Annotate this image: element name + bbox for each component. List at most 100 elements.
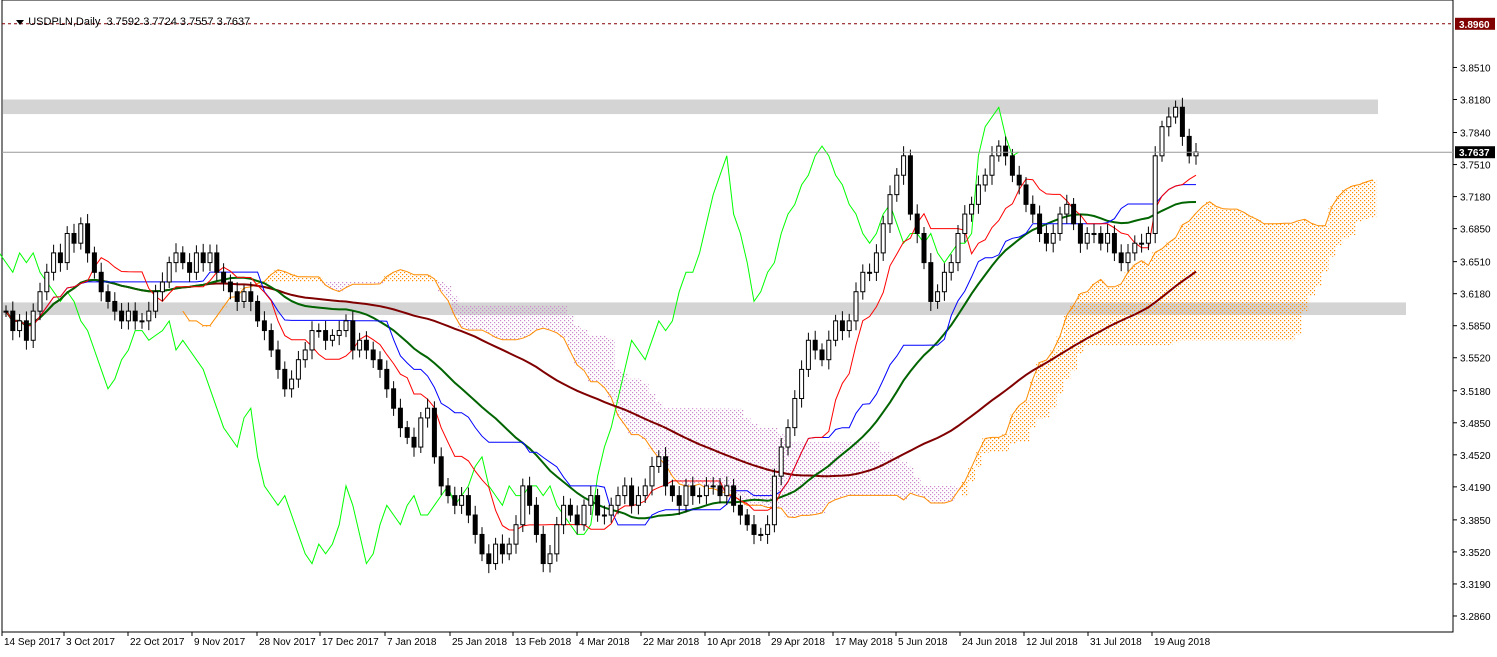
y-tick-label: 3.4850 — [1460, 419, 1491, 430]
candle-body — [316, 330, 322, 333]
candle — [343, 314, 349, 338]
candle — [268, 323, 274, 358]
x-tick-label: 28 Nov 2017 — [259, 637, 316, 648]
ichimoku-cloud-segment — [519, 305, 527, 339]
ichimoku-cloud-segment — [1342, 189, 1349, 239]
candle-body — [241, 291, 247, 302]
candle — [51, 244, 57, 281]
candle-body — [493, 543, 499, 565]
candle — [1043, 225, 1049, 252]
candle-body — [309, 330, 315, 351]
candle — [445, 478, 451, 504]
candle — [533, 497, 539, 543]
ichimoku-cloud-segment — [1281, 223, 1288, 341]
ichimoku-cloud-segment — [1077, 293, 1084, 354]
candle-body — [459, 495, 465, 506]
candle — [1037, 205, 1043, 243]
candle-body — [452, 495, 458, 506]
candle — [629, 477, 635, 514]
ichimoku-cloud-segment — [539, 305, 547, 329]
candle — [472, 505, 478, 544]
ichimoku-cloud-segment — [485, 305, 493, 334]
candle-body — [23, 320, 29, 341]
candle-body — [1159, 126, 1165, 157]
ichimoku-cloud-segment — [301, 276, 309, 282]
ichimoku-cloud-segment — [941, 485, 948, 503]
ichimoku-cloud-segment — [1240, 212, 1247, 341]
chart-area[interactable]: 3.8510 3.8180 3.7840 3.7510 3.7180 3.6850 3.65… — [0, 0, 1497, 652]
candle-body — [1077, 223, 1083, 244]
candle-body — [935, 291, 941, 302]
candle-body — [132, 310, 138, 322]
candle-body — [1111, 232, 1117, 254]
candle — [513, 515, 519, 554]
candle-body — [1043, 232, 1049, 244]
ichimoku-cloud-segment — [1321, 225, 1329, 273]
ichimoku-cloud-segment — [1287, 223, 1295, 341]
candle-body — [901, 155, 907, 176]
ichimoku-cloud-segment — [1036, 362, 1043, 419]
candle-body — [234, 291, 240, 302]
ichimoku-cloud-segment — [907, 466, 914, 494]
candle-body — [363, 339, 369, 351]
candle-body — [146, 310, 152, 322]
x-tick-label: 13 Feb 2018 — [515, 637, 572, 648]
candle-body — [710, 485, 716, 488]
candle — [751, 515, 757, 545]
candle-body — [1064, 203, 1070, 215]
ichimoku-cloud-segment — [492, 305, 499, 338]
ichimoku-cloud-segment — [397, 269, 404, 282]
candle — [425, 398, 431, 428]
candle — [554, 516, 560, 562]
ichimoku-cloud-segment — [580, 329, 588, 371]
x-tick-label: 24 Jun 2018 — [962, 637, 1017, 648]
ichimoku-cloud-segment — [1226, 209, 1234, 341]
candle-body — [1016, 174, 1022, 186]
candle — [839, 311, 845, 341]
alert-level-label: 3.8960 — [1459, 20, 1490, 31]
ohlc-readout: 3.7592 3.7724 3.7557 3.7637 — [106, 16, 251, 28]
ichimoku-cloud-segment — [1206, 201, 1213, 341]
candle-body — [676, 495, 682, 506]
candle — [1186, 128, 1192, 164]
ichimoku-cloud-segment — [505, 305, 513, 340]
candle-body — [703, 485, 709, 497]
x-tick-label: 19 Aug 2018 — [1154, 637, 1211, 648]
ichimoku-cloud-segment — [1355, 184, 1363, 223]
ichimoku-cloud-segment — [1131, 264, 1139, 346]
candle-body — [635, 495, 641, 506]
candle — [1105, 224, 1111, 253]
ichimoku-cloud-segment — [737, 408, 744, 501]
ichimoku-cloud-segment — [1267, 223, 1275, 341]
candle — [302, 341, 308, 368]
candle-body — [1105, 232, 1111, 244]
candle-body — [105, 291, 111, 302]
candle — [85, 214, 91, 263]
ichimoku-cloud-segment — [913, 477, 921, 496]
ichimoku-cloud-segment — [1274, 223, 1281, 341]
candle-body — [1071, 203, 1077, 225]
candle-body — [166, 262, 172, 283]
candle — [1118, 244, 1124, 272]
x-tick-label: 3 Oct 2017 — [66, 637, 115, 648]
ichimoku-cloud-segment — [839, 442, 846, 498]
ichimoku-cloud-segment — [981, 438, 989, 453]
candle-body — [418, 417, 424, 448]
x-tick-label: 9 Nov 2017 — [194, 637, 246, 648]
candle-body — [221, 271, 227, 283]
ichimoku-cloud-segment — [267, 274, 275, 282]
candle-body — [37, 291, 43, 312]
y-tick-label: 3.3520 — [1460, 548, 1491, 559]
candle-body — [683, 485, 689, 506]
candle — [459, 486, 465, 514]
candle-body — [792, 398, 798, 429]
ichimoku-cloud-segment — [832, 442, 839, 500]
candle-body — [1139, 242, 1145, 245]
price-chart[interactable]: 3.8510 3.8180 3.7840 3.7510 3.7180 3.6850 3.65… — [0, 0, 1497, 652]
candle-body — [336, 330, 342, 336]
candle-body — [867, 271, 873, 274]
candle — [1084, 227, 1090, 250]
candle-body — [64, 232, 70, 264]
dropdown-triangle-icon[interactable] — [16, 19, 25, 25]
candle-body — [153, 291, 159, 312]
